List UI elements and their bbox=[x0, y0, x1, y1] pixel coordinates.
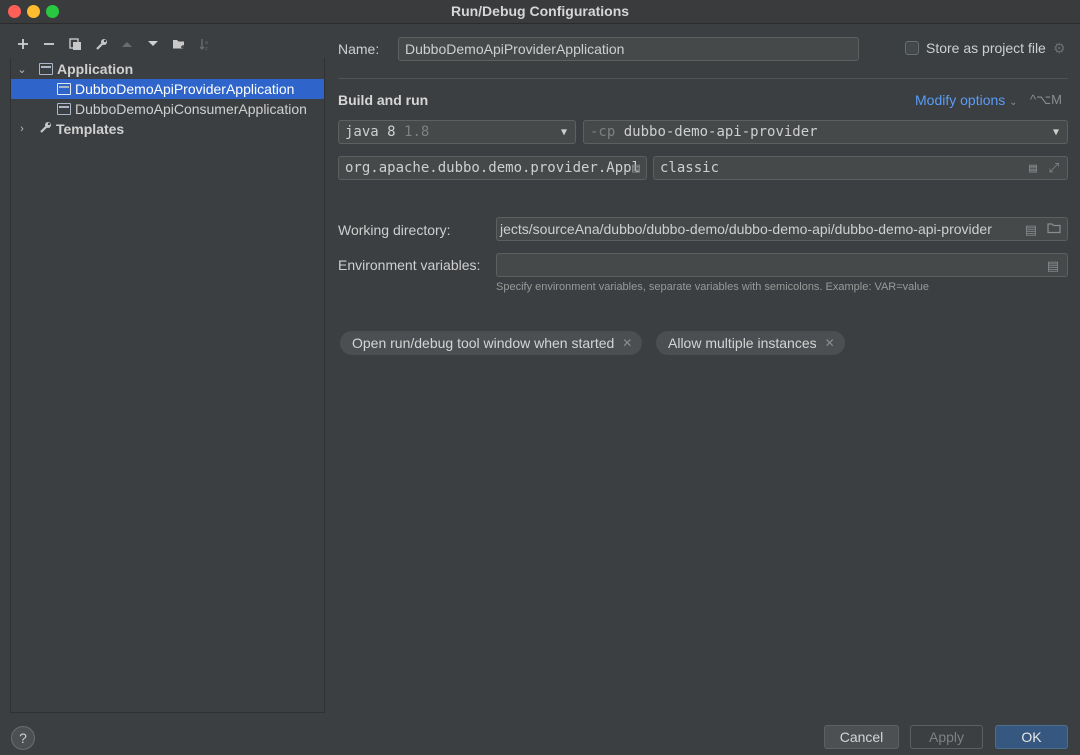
document-icon[interactable]: ▤ bbox=[1029, 161, 1037, 176]
cp-flag: -cp bbox=[590, 124, 616, 140]
document-icon[interactable]: ▤ bbox=[1025, 222, 1037, 238]
section-title: Build and run bbox=[338, 92, 429, 108]
ok-button[interactable]: OK bbox=[995, 725, 1068, 749]
sort-icon[interactable]: az bbox=[192, 32, 218, 56]
move-down-icon[interactable] bbox=[140, 32, 166, 56]
working-directory-input[interactable]: jects/sourceAna/dubbo/dubbo-demo/dubbo-d… bbox=[496, 217, 1068, 241]
wrench-icon[interactable] bbox=[88, 32, 114, 56]
move-up-icon[interactable] bbox=[114, 32, 140, 56]
application-icon bbox=[57, 103, 71, 115]
main-class-input[interactable]: org.apache.dubbo.demo.provider.Appl ▤ bbox=[338, 156, 647, 180]
remove-icon[interactable] bbox=[36, 32, 62, 56]
help-button[interactable]: ? bbox=[11, 726, 35, 750]
chip-label: Open run/debug tool window when started bbox=[352, 335, 615, 351]
tree-item-consumer[interactable]: DubboDemoApiConsumerApplication bbox=[11, 99, 324, 119]
svg-text:z: z bbox=[205, 46, 208, 51]
chevron-down-icon: ▼ bbox=[560, 127, 567, 138]
gear-icon[interactable]: ⚙ bbox=[1053, 40, 1066, 57]
main-class-value: org.apache.dubbo.demo.provider.Appl bbox=[345, 160, 641, 176]
environment-variables-hint: Specify environment variables, separate … bbox=[496, 281, 929, 293]
tree-label-templates: Templates bbox=[56, 121, 125, 137]
close-icon[interactable]: ✕ bbox=[622, 336, 632, 350]
chevron-down-icon: ▼ bbox=[1052, 127, 1059, 138]
jre-version: 1.8 bbox=[404, 124, 430, 140]
name-label: Name: bbox=[338, 41, 380, 57]
divider bbox=[338, 78, 1068, 79]
title-bar: Run/Debug Configurations bbox=[0, 0, 1080, 24]
working-directory-label: Working directory: bbox=[338, 222, 451, 238]
configuration-tree: ⌄ Application DubboDemoApiProviderApplic… bbox=[10, 58, 325, 713]
expand-icon[interactable]: ⤢ bbox=[1049, 161, 1059, 176]
classpath-select[interactable]: -cp dubbo-demo-api-provider ▼ bbox=[583, 120, 1068, 144]
document-icon[interactable]: ▤ bbox=[632, 161, 640, 176]
tree-item-label: DubboDemoApiConsumerApplication bbox=[75, 101, 307, 117]
environment-variables-input[interactable]: ▤ bbox=[496, 253, 1068, 277]
close-icon[interactable]: ✕ bbox=[825, 336, 835, 350]
config-toolbar: az bbox=[10, 32, 218, 56]
jre-select[interactable]: java 8 1.8 ▼ bbox=[338, 120, 576, 144]
store-as-project-file-label: Store as project file bbox=[926, 40, 1046, 56]
chip-allow-multiple-instances[interactable]: Allow multiple instances ✕ bbox=[656, 331, 845, 355]
chip-label: Allow multiple instances bbox=[668, 335, 817, 351]
working-directory-value: jects/sourceAna/dubbo/dubbo-demo/dubbo-d… bbox=[500, 221, 992, 237]
chevron-down-icon: ⌄ bbox=[1009, 97, 1018, 108]
add-icon[interactable] bbox=[10, 32, 36, 56]
chevron-right-icon[interactable]: › bbox=[15, 123, 29, 135]
application-icon bbox=[39, 63, 53, 75]
name-input[interactable]: DubboDemoApiProviderApplication bbox=[398, 37, 859, 61]
tree-item-provider[interactable]: DubboDemoApiProviderApplication bbox=[11, 79, 324, 99]
jre-value: java 8 bbox=[345, 124, 396, 140]
modify-options-shortcut: ^⌥M bbox=[1030, 92, 1062, 107]
tree-node-templates[interactable]: › Templates bbox=[11, 119, 324, 139]
document-icon[interactable]: ▤ bbox=[1047, 258, 1059, 274]
name-input-value: DubboDemoApiProviderApplication bbox=[405, 41, 625, 57]
program-arguments-input[interactable]: classic ▤ ⤢ bbox=[653, 156, 1068, 180]
chip-open-tool-window[interactable]: Open run/debug tool window when started … bbox=[340, 331, 643, 355]
new-folder-icon[interactable] bbox=[166, 32, 192, 56]
cancel-button[interactable]: Cancel bbox=[824, 725, 899, 749]
chevron-down-icon[interactable]: ⌄ bbox=[15, 63, 29, 76]
application-icon bbox=[57, 83, 71, 95]
cp-value: dubbo-demo-api-provider bbox=[623, 124, 818, 140]
tree-item-label: DubboDemoApiProviderApplication bbox=[75, 81, 295, 97]
tree-label-application: Application bbox=[57, 61, 134, 77]
environment-variables-label: Environment variables: bbox=[338, 257, 481, 273]
apply-button[interactable]: Apply bbox=[910, 725, 983, 749]
copy-icon[interactable] bbox=[62, 32, 88, 56]
program-arguments-value: classic bbox=[660, 160, 720, 176]
modify-options-label: Modify options bbox=[915, 92, 1006, 108]
tree-node-application[interactable]: ⌄ Application bbox=[11, 59, 324, 79]
modify-options-link[interactable]: Modify options ⌄ bbox=[915, 92, 1018, 108]
store-as-project-file-checkbox[interactable] bbox=[905, 41, 919, 55]
wrench-icon bbox=[39, 121, 52, 137]
window-title: Run/Debug Configurations bbox=[450, 3, 630, 19]
folder-icon[interactable] bbox=[1047, 222, 1061, 237]
